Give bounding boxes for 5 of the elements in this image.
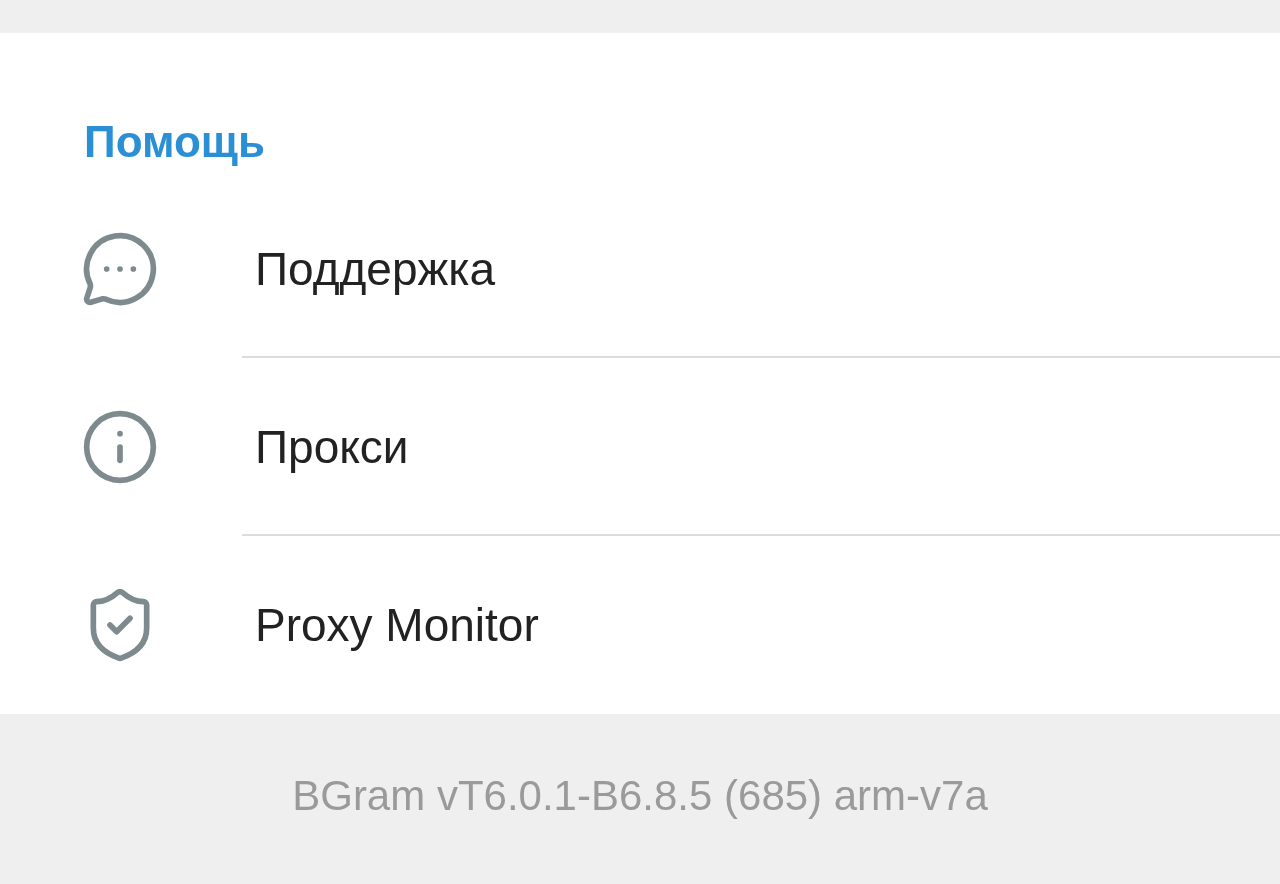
- version-text: BGram vT6.0.1-B6.8.5 (685) arm-v7a: [292, 771, 988, 821]
- section-title: Помощь: [83, 116, 266, 168]
- menu-item[interactable]: Прокси: [0, 358, 1280, 536]
- menu-item[interactable]: Proxy Monitor: [0, 536, 1280, 714]
- menu-item[interactable]: Поддержка: [0, 180, 1280, 358]
